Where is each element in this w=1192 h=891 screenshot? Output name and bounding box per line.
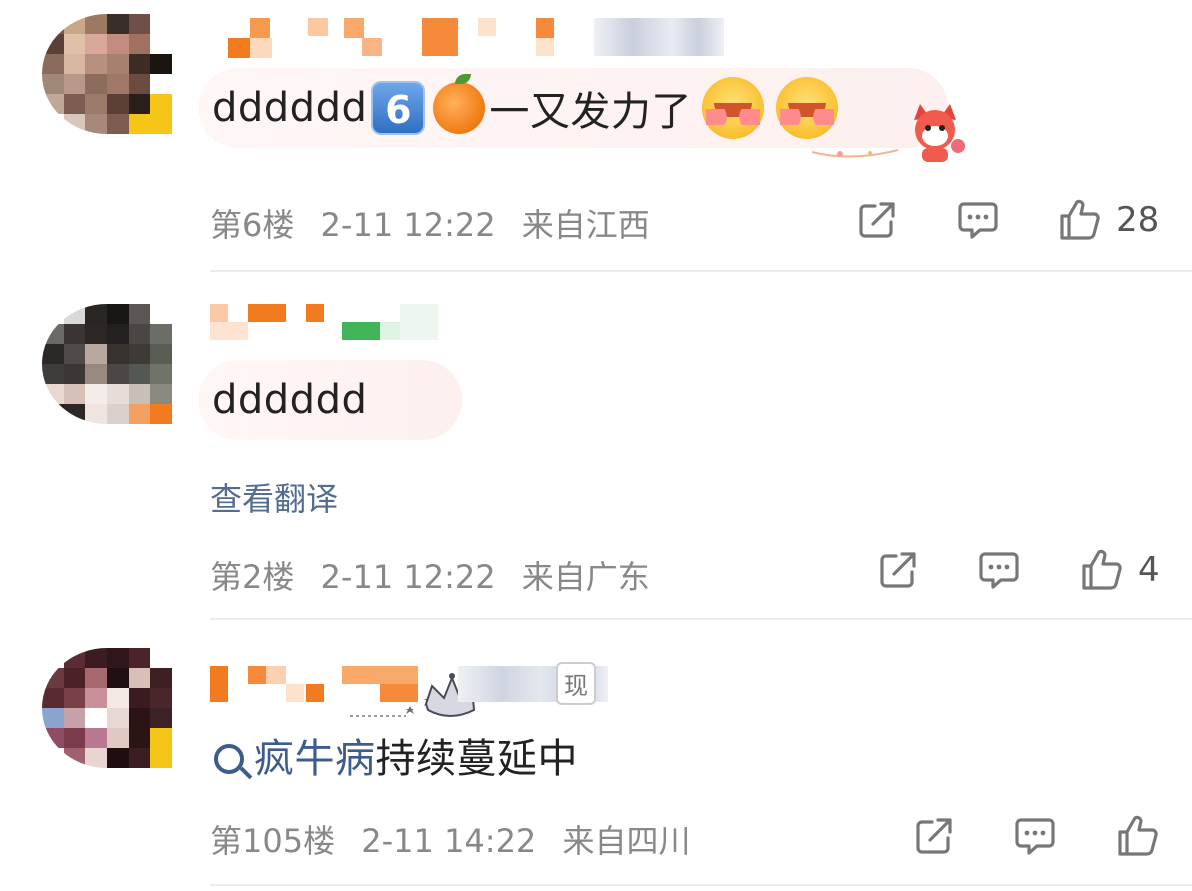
avatar[interactable] [42,648,172,768]
share-icon [880,552,916,588]
comment-content[interactable]: 疯牛病持续蔓延中 [214,726,578,784]
comment-item: 现 疯牛病持续蔓延中 第105楼 2-11 14:22 来自四川 [0,622,1192,891]
comment-meta: 第2楼 2-11 12:22 来自广东 [210,552,666,598]
comment-button[interactable] [977,548,1021,592]
sparkle-trail-icon [810,144,900,160]
comment-content[interactable]: dddddd [198,360,462,440]
view-translation-link[interactable]: 查看翻译 [210,474,338,520]
username-blurred[interactable] [210,304,450,344]
avatar[interactable] [42,304,172,424]
fox-sticker-icon [900,100,970,166]
comment-item: dddddd 6 一又发力了 第6楼 2-11 12:22 来自江西 28 [0,0,1192,272]
comment-icon [958,202,998,239]
floor-number: 第6楼 [210,206,295,244]
share-button[interactable] [876,548,920,592]
thumbs-up-icon [1082,549,1122,590]
comment-button[interactable] [956,198,1000,242]
comment-button[interactable] [1013,814,1057,858]
floor-number: 第2楼 [210,558,295,596]
keycap-six-emoji: 6 [371,81,426,135]
comment-text: dddddd [212,85,368,131]
comment-time: 2-11 12:22 [320,206,496,244]
search-icon [214,744,244,774]
comment-time: 2-11 12:22 [320,558,496,596]
like-button[interactable]: 28 [1058,198,1159,242]
username-blurred[interactable] [210,18,730,58]
verified-badge: 现 [556,662,596,705]
blushing-face-emoji [701,77,764,139]
topic-link-text: 疯牛病 [254,736,376,782]
comment-meta: 第105楼 2-11 14:22 来自四川 [210,816,706,862]
comment-text: 持续蔓延中 [375,736,578,782]
share-button[interactable] [855,198,899,242]
username-blurred[interactable] [210,662,610,702]
thumbs-up-icon [1060,199,1100,240]
avatar[interactable] [42,14,172,134]
divider [210,618,1192,620]
thumbs-up-icon [1118,815,1158,856]
comment-icon [979,552,1019,589]
badge-text: 现 [564,672,588,700]
comment-meta: 第6楼 2-11 12:22 来自江西 [210,200,666,246]
share-button[interactable] [912,814,956,858]
like-button[interactable]: 4 [1080,548,1160,592]
comment-location: 来自江西 [521,206,650,244]
comment-location: 来自广东 [521,558,650,596]
comment-location: 来自四川 [562,822,691,860]
like-count: 4 [1138,550,1160,590]
comment-text: dddddd [212,377,368,423]
comment-content[interactable]: dddddd 6 一又发力了 [198,68,948,148]
divider [210,884,1192,886]
comment-item: dddddd 查看翻译 第2楼 2-11 12:22 来自广东 4 [0,272,1192,717]
comment-text-cn: 一又发力了 [489,89,692,135]
like-button[interactable] [1116,814,1174,858]
share-icon [916,818,952,854]
tangerine-emoji [433,74,486,134]
blushing-face-emoji [775,77,838,139]
comment-icon [1015,818,1055,855]
floor-number: 第105楼 [210,822,336,860]
share-icon [859,202,895,238]
comment-time: 2-11 14:22 [361,822,537,860]
like-count: 28 [1116,200,1160,240]
topic-link[interactable]: 疯牛病 [214,736,376,782]
